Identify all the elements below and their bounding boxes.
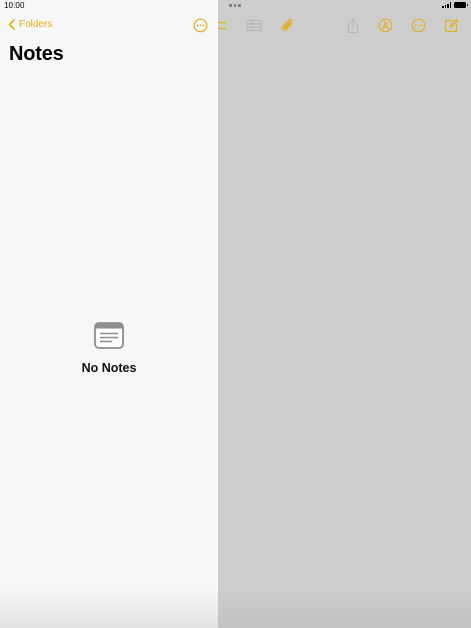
compose-icon	[444, 18, 459, 33]
attachment-icon	[281, 18, 293, 31]
status-time: 10:00	[4, 1, 25, 10]
cellular-signal-icon	[442, 2, 451, 8]
more-icon	[411, 18, 426, 33]
detail-pane-shadow	[218, 588, 471, 628]
share-button[interactable]	[346, 18, 360, 39]
share-icon	[347, 18, 359, 34]
markup-icon	[378, 18, 393, 33]
status-indicators	[442, 2, 468, 8]
table-button[interactable]	[246, 18, 262, 38]
folders-back-label: Folders	[19, 19, 53, 30]
empty-state: No Notes	[0, 322, 218, 375]
notes-sidebar: Folders Notes No Notes	[0, 0, 218, 628]
compose-button[interactable]	[444, 18, 459, 38]
multitasking-handle[interactable]	[229, 4, 241, 7]
page-title: Notes	[9, 43, 64, 65]
detail-more-button[interactable]	[411, 18, 426, 38]
battery-icon	[454, 2, 468, 8]
checklist-button[interactable]	[218, 18, 228, 38]
more-icon	[193, 18, 208, 33]
sidebar-more-button[interactable]	[193, 18, 208, 38]
empty-state-label: No Notes	[81, 361, 137, 375]
chevron-left-icon	[8, 19, 15, 30]
note-icon	[94, 322, 124, 349]
attachment-button[interactable]	[280, 18, 295, 38]
sidebar-bottom-shadow	[0, 588, 218, 628]
markup-button[interactable]	[378, 18, 393, 38]
table-icon	[246, 19, 262, 32]
screen: Folders Notes No Notes 10:00	[0, 0, 471, 628]
folders-back-button[interactable]: Folders	[8, 19, 52, 30]
checklist-icon	[218, 21, 227, 30]
detail-pane	[218, 0, 471, 628]
